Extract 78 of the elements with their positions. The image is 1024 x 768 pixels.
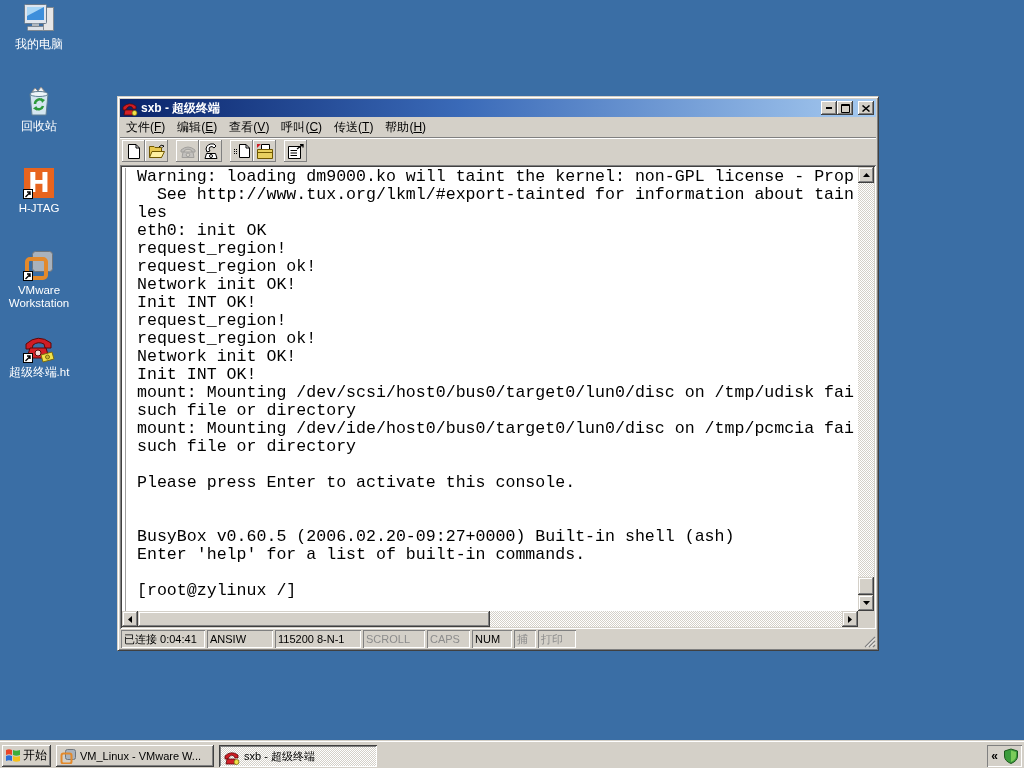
receive-file-button[interactable]: [253, 140, 276, 162]
start-button[interactable]: 开始: [2, 744, 51, 767]
maximize-icon: [840, 103, 850, 113]
lifted-handset-icon: [203, 143, 218, 159]
terminal-line: Init INT OK!: [137, 293, 257, 312]
scroll-up-button[interactable]: [858, 167, 874, 183]
terminal-line: eth0: init OK: [137, 221, 267, 240]
taskbar-button[interactable]: sxb - 超级终端: [219, 744, 377, 767]
terminal-line: [root@zylinux /]: [137, 581, 297, 600]
terminal-line: such file or directory: [137, 401, 357, 420]
telephone-icon[interactable]: [122, 100, 138, 116]
expand-tray-button[interactable]: «: [990, 748, 999, 763]
terminal-line: Init INT OK!: [137, 365, 257, 384]
properties-button[interactable]: [284, 140, 307, 162]
taskbar-button[interactable]: VM_Linux - VMware W...: [56, 744, 214, 767]
folder-page-icon: [256, 143, 273, 159]
scroll-right-button[interactable]: [842, 611, 858, 627]
overlapping-squares-icon: [60, 747, 76, 764]
new-file-button[interactable]: [122, 140, 145, 162]
status-bar-field: 打印: [538, 630, 576, 648]
checklist-page-icon: [287, 143, 304, 159]
scroll-left-button[interactable]: [122, 611, 138, 627]
terminal-line: Please press Enter to activate this console.: [137, 473, 576, 492]
terminal-line: Warning: loading dm9000.ko will taint the kernel: non-GPL license - Prop: [137, 167, 854, 186]
terminal-line: request_region!: [137, 311, 287, 330]
status-bar-field: ANSIW: [207, 630, 273, 648]
status-bar-field: 115200 8-N-1: [275, 630, 361, 648]
status-bar-field: 已连接 0:04:41: [121, 630, 205, 648]
menu-item[interactable]: 查看(V): [223, 119, 276, 136]
shield-icon[interactable]: [1003, 747, 1019, 764]
open-button[interactable]: [145, 140, 168, 162]
terminal-line: BusyBox v0.60.5 (2006.02.20-09:27+0000) Built-in shell (ash): [137, 527, 735, 546]
desktop-icon-label[interactable]: 回收站: [0, 120, 78, 133]
menu-item[interactable]: 帮助(H): [379, 119, 433, 136]
left-arrow-icon: [128, 615, 132, 623]
menu-item[interactable]: 编辑(E): [171, 119, 224, 136]
blank-page-icon: [127, 143, 140, 159]
terminal-line: Enter 'help' for a list of built-in commands.: [137, 545, 586, 564]
desktop-icon-label[interactable]: 超级终端.ht: [0, 366, 78, 379]
scrollbar-thumb[interactable]: [138, 611, 490, 627]
terminal-line: mount: Mounting /dev/scsi/host0/bus0/target0/lun0/disc on /tmp/udisk fai: [137, 383, 854, 402]
terminal-line: Network init OK!: [137, 347, 297, 366]
terminal-line: les: [137, 203, 167, 222]
flag-icon: [5, 748, 21, 763]
minimize-button[interactable]: [821, 101, 837, 115]
resize-grip-icon[interactable]: [864, 636, 876, 648]
right-arrow-icon: [848, 615, 852, 623]
close-icon: [862, 104, 870, 112]
terminal-line: request_region!: [137, 239, 287, 258]
terminal-line: request_region ok!: [137, 329, 317, 348]
menu-item[interactable]: 呼叫(C): [275, 119, 329, 136]
close-button[interactable]: [858, 101, 874, 115]
desktop-icon-label[interactable]: H-JTAG: [0, 202, 78, 215]
scroll-down-button[interactable]: [858, 595, 874, 611]
open-folder-icon: [148, 144, 165, 158]
status-bar-field: SCROLL: [363, 630, 425, 648]
status-bar-field: CAPS: [427, 630, 470, 648]
terminal-line: request_region ok!: [137, 257, 317, 276]
desktop-icon-label[interactable]: 我的电脑: [0, 38, 78, 51]
hang-up-button[interactable]: [199, 140, 222, 162]
window-title: sxb - 超级终端: [141, 99, 222, 117]
send-file-button[interactable]: [230, 140, 253, 162]
menu-item[interactable]: 传送(T): [328, 119, 380, 136]
status-bar-field: 捕: [514, 630, 536, 648]
terminal-line: See http://www.tux.org/lkml/#export-tainted for information about tain: [155, 185, 854, 204]
maximize-button[interactable]: [837, 101, 853, 115]
down-arrow-icon: [862, 601, 870, 605]
terminal-line: mount: Mounting /dev/ide/host0/bus0/target0/lun0/disc on /tmp/pcmcia fai: [137, 419, 854, 438]
scrollbar-thumb[interactable]: [858, 577, 874, 595]
status-bar-field: NUM: [472, 630, 512, 648]
menu-item[interactable]: 文件(F): [120, 119, 172, 136]
up-arrow-icon: [862, 173, 870, 177]
minimize-icon: [826, 107, 832, 109]
terminal-line: such file or directory: [137, 437, 357, 456]
terminal-output[interactable]: [122, 167, 858, 611]
desktop-icon-label[interactable]: VMware Workstation: [0, 284, 78, 310]
telephone-icon: [179, 144, 196, 158]
terminal-line: Network init OK!: [137, 275, 297, 294]
